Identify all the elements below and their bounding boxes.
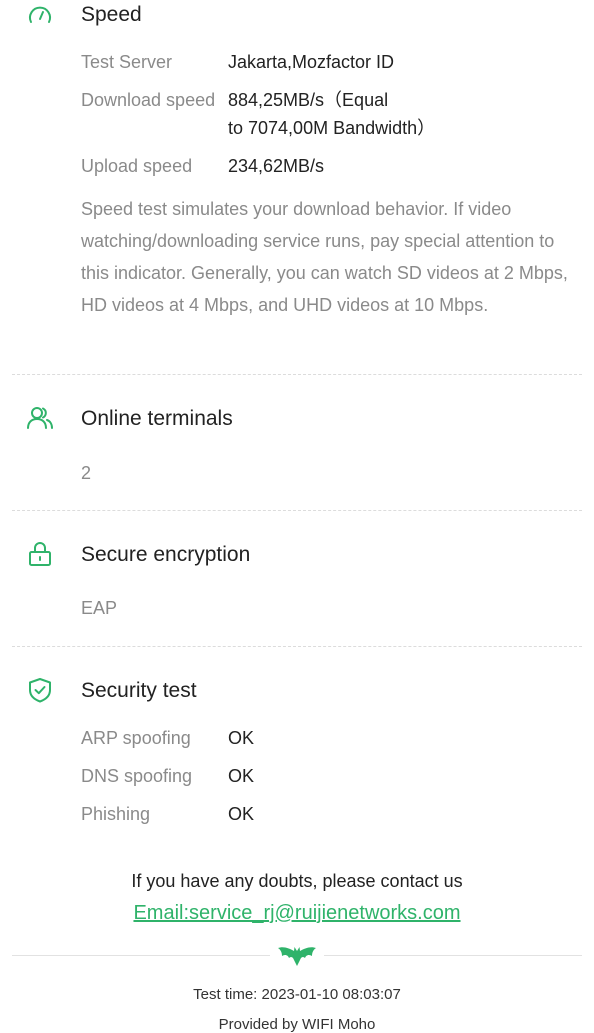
upload-speed-label: Upload speed — [81, 156, 193, 176]
security-title: Security test — [81, 679, 197, 702]
arp-spoofing-label: ARP spoofing — [81, 728, 191, 748]
download-speed-value-line2: to 7074,00M Bandwidth） — [228, 118, 436, 138]
download-speed-value: 884,25MB/s（Equal to 7074,00M Bandwidth） — [228, 86, 435, 142]
test-server-label: Test Server — [81, 52, 173, 72]
phishing-value: OK — [228, 804, 255, 824]
encryption-value: EAP — [81, 598, 118, 618]
test-time: Test time: 2023-01-10 08:03:07 — [193, 986, 401, 1003]
dns-spoofing-value: OK — [228, 766, 255, 786]
download-speed-value-line1: 884,25MB/s（Equal — [228, 90, 389, 110]
terminals-value: 2 — [81, 463, 92, 483]
encryption-section: Secure encryption EAP — [0, 536, 594, 636]
divider — [12, 510, 582, 511]
provided-by: Provided by WIFI Moho — [218, 1016, 376, 1033]
dns-spoofing-label: DNS spoofing — [81, 766, 193, 786]
terminals-section: Online terminals 2 — [0, 400, 594, 500]
terminals-title: Online terminals — [81, 407, 233, 430]
speed-description: Speed test simulates your download behav… — [81, 199, 568, 315]
email-link[interactable]: Email:service_rj@ruijienetworks.com — [133, 902, 460, 924]
footer-divider-right — [324, 955, 582, 956]
divider — [12, 646, 582, 647]
upload-speed-value: 234,62MB/s — [228, 156, 325, 176]
speedometer-icon — [26, 2, 54, 30]
footer-divider-left — [12, 955, 270, 956]
download-speed-label: Download speed — [81, 90, 216, 110]
encryption-title: Secure encryption — [81, 543, 251, 566]
divider — [12, 374, 582, 375]
security-section: Security test ARP spoofing OK DNS spoofi… — [0, 672, 594, 832]
contact-text: If you have any doubts, please contact u… — [131, 871, 463, 891]
shield-check-icon — [26, 676, 54, 704]
test-server-value: Jakarta,Mozfactor ID — [228, 52, 395, 72]
users-icon — [26, 404, 54, 432]
phishing-label: Phishing — [81, 804, 151, 824]
email-link-row: Email:service_rj@ruijienetworks.com — [0, 902, 594, 925]
arp-spoofing-value: OK — [228, 728, 255, 748]
bat-logo-icon — [277, 942, 317, 968]
lock-icon — [26, 540, 54, 568]
speed-section: Speed Test Server Jakarta,Mozfactor ID D… — [0, 0, 594, 370]
speed-title: Speed — [81, 3, 142, 26]
